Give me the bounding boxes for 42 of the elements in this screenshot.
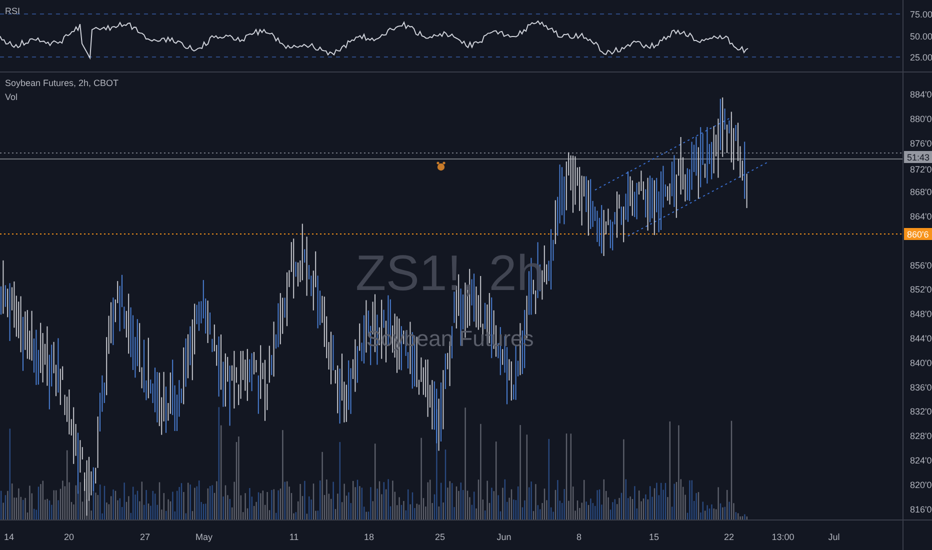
axis-label: 11	[289, 532, 299, 542]
axis-label: 872'0	[910, 164, 932, 175]
axis-label: 880'0	[910, 114, 932, 124]
price-label: 51:43	[904, 151, 932, 163]
axis-label: 848'0	[910, 309, 932, 320]
pane-title: RSI	[5, 6, 20, 16]
channel-line[interactable]	[594, 116, 732, 190]
axis-label: 852'0	[910, 284, 932, 295]
horizontal-line[interactable]	[0, 152, 904, 154]
axis-label: 75.00	[910, 10, 932, 20]
axis-label: 824'0	[910, 456, 932, 466]
axis-label: 18	[364, 532, 374, 542]
axis-label: 20	[64, 532, 74, 542]
axis-label: 876'0	[910, 138, 932, 148]
axis-label: 816'0	[910, 504, 932, 514]
axis-label: 836'0	[910, 382, 932, 392]
axis-label: 25.00	[910, 52, 932, 62]
indicator-legend[interactable]: Vol	[5, 92, 18, 102]
axis-label: 868'0	[910, 187, 932, 198]
axis-label: 50.00	[910, 32, 932, 42]
axis-label: 15	[649, 532, 659, 542]
axis-label: 840'0	[910, 358, 932, 368]
axis-label: May	[196, 532, 212, 542]
price-chart[interactable]	[0, 0, 932, 550]
price-label: 860'6	[904, 228, 932, 240]
axis-label: 25	[435, 532, 445, 542]
channel-line[interactable]	[628, 162, 768, 236]
axis-label: 844'0	[910, 334, 932, 344]
axis-label: 820'0	[910, 480, 932, 490]
axis-label: 27	[140, 532, 150, 542]
symbol-legend[interactable]: Soybean Futures, 2h, CBOT	[5, 78, 119, 88]
axis-label: 14	[4, 532, 14, 542]
axis-label: 864'0	[910, 212, 932, 222]
axis-label: 828'0	[910, 431, 932, 442]
axis-label: 22	[724, 532, 734, 542]
axis-label: Jun	[496, 532, 512, 542]
axis-label: 856'0	[910, 260, 932, 270]
axis-label: 13:00	[772, 532, 794, 542]
axis-label: 8	[576, 532, 582, 542]
axis-label: 832'0	[910, 406, 932, 417]
axis-label: Jul	[828, 532, 840, 542]
axis-label: 884'0	[910, 90, 932, 100]
